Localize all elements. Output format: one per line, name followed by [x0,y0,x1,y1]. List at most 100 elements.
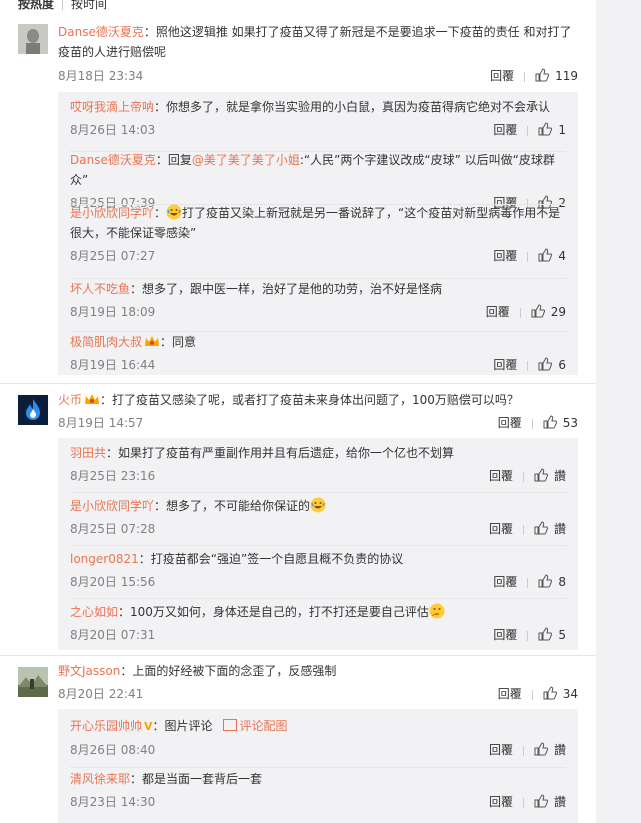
reply-meta: 8月20日 15:56 回覆 8 [70,572,578,592]
thumbs-up-icon [538,248,553,262]
like-button[interactable]: 讚 [534,742,566,757]
reply-time: 8月26日 14:03 [70,123,156,137]
thumbs-up-icon [538,627,553,641]
sort-hot-tab[interactable]: 按热度 [18,0,54,11]
thread-divider [0,383,596,384]
action-divider [522,524,524,535]
like-button[interactable]: 8 [538,574,566,589]
thumbs-up-icon [535,68,550,82]
laugh-cry-emoji-icon [166,204,182,220]
comment-author[interactable]: 野文Jasson [58,664,120,678]
like-count: 5 [558,628,566,642]
reply-button[interactable]: 回覆 [486,305,510,319]
reply-item: 清风徐来耶：都是当面一套背后一套 8月23日 14:30 回覆 讚 [70,769,578,812]
reply-button[interactable]: 回覆 [493,628,517,642]
reply-body: ：打疫苗都会“强迫”签一个自愿且概不负责的协议 [138,552,404,566]
reply-author[interactable]: 是小欣欣同学吖 [70,206,154,220]
comment-body: ：上面的好经被下面的念歪了，反感强制 [120,664,337,678]
reply-actions: 回覆 讚 [489,519,566,539]
crown-icon [85,394,100,404]
like-button[interactable]: 119 [535,68,578,83]
crown-icon [145,336,160,346]
reply-author[interactable]: 极简肌肉大叔 [70,335,142,349]
like-button[interactable]: 29 [531,304,566,319]
like-count: 讚 [553,469,566,483]
comment-image-link[interactable]: 评论配图 [222,719,288,733]
reply-meta: 8月19日 16:44 回覆 6 [70,355,578,375]
action-divider [527,360,529,371]
reply-author[interactable]: 坏人不吃鱼 [70,282,130,296]
laugh-cry-emoji-icon [310,497,326,513]
reply-button[interactable]: 回覆 [489,522,513,536]
like-button[interactable]: 6 [538,357,566,372]
sort-time-tab[interactable]: 按时间 [71,0,107,11]
reply-actions: 回覆 29 [486,302,566,322]
thumbs-up-icon [543,415,557,429]
reply-actions: 回覆 讚 [489,740,566,760]
comment-text: 火币 ：打了疫苗又感染了呢，或者打了疫苗未来身体出问题了，100万赔偿可以吗？ [58,390,578,410]
reply-button[interactable]: 回覆 [489,469,513,483]
comment-time: 8月20日 22:41 [58,687,144,701]
statue-avatar-icon [18,24,48,54]
like-count: 讚 [553,522,566,536]
like-button[interactable]: 讚 [534,468,566,483]
reply-button[interactable]: 回覆 [493,358,517,372]
avatar[interactable] [18,24,48,54]
like-count: 1 [558,123,566,137]
thumbs-up-icon [534,468,548,482]
comment-actions: 回覆 119 [490,66,578,86]
reply-author[interactable]: 开心乐园帅帅 [70,719,142,733]
reply-list: 羽田共：如果打了疫苗有严重副作用并且有后遗症，给你一个亿也不划算 8月25日 2… [58,438,578,650]
reply-author[interactable]: 是小欣欣同学吖 [70,499,154,513]
reply-meta: 8月26日 08:40 回覆 讚 [70,740,578,760]
like-button[interactable]: 4 [538,248,566,263]
reply-divider [70,492,566,493]
reply-button[interactable]: 回覆 [489,743,513,757]
reply-time: 8月25日 23:16 [70,469,156,483]
reply-text: Danse德沃夏克：回复@美了美了美了小姐:“人民”两个字建议改成“皮球” 以后… [70,150,565,190]
comment-time: 8月19日 14:57 [58,416,144,430]
avatar[interactable] [18,667,48,697]
reply-actions: 回覆 6 [493,355,566,375]
reply-divider [70,598,566,599]
comment-time: 8月18日 23:34 [58,69,144,83]
reply-button[interactable]: 回覆 [493,123,517,137]
like-button[interactable]: 34 [543,686,578,701]
comment-author[interactable]: 火币 [58,393,82,407]
reply-author[interactable]: 清风徐来耶 [70,772,130,786]
reply-text: 是小欣欣同学吖： 打了疫苗又染上新冠就是另一番说辞了，“这个疫苗对新型病毒作用不是… [70,204,561,240]
like-button[interactable]: 讚 [534,794,566,809]
reply-text: 开心乐园帅帅 V：图片评论 评论配图 [70,716,565,737]
reply-divider [70,767,566,768]
reply-author[interactable]: Danse德沃夏克 [70,153,156,167]
like-button[interactable]: 讚 [534,521,566,536]
reply-button[interactable]: 回覆 [498,416,522,430]
comment-author[interactable]: Danse德沃夏克 [58,25,144,39]
reply-meta: 8月23日 14:30 回覆 讚 [70,792,578,812]
thumbs-up-icon [538,122,553,136]
reply-author[interactable]: 哎呀我滴上帝呐 [70,100,154,114]
reply-item: 之心如如：100万又如何，身体还是自己的，打不打还是要自己评估 8月20日 07… [70,602,578,645]
thumbs-up-icon [534,742,548,756]
reply-text: 坏人不吃鱼：想多了，跟中医一样，治好了是他的功劳，治不好是怪病 [70,279,565,299]
mention-link[interactable]: @美了美了美了小姐 [192,153,300,167]
landscape-avatar-icon [18,667,48,697]
reply-button[interactable]: 回覆 [498,687,522,701]
reply-button[interactable]: 回覆 [490,69,514,83]
reply-author[interactable]: 之心如如 [70,605,118,619]
reply-button[interactable]: 回覆 [489,795,513,809]
reply-button[interactable]: 回覆 [493,575,517,589]
reply-item: 是小欣欣同学吖： 打了疫苗又染上新冠就是另一番说辞了，“这个疫苗对新型病毒作用不是… [70,203,578,266]
thumbs-up-icon [543,686,557,700]
reply-author[interactable]: longer0821 [70,552,139,566]
thumbs-up-icon [538,574,553,588]
like-button[interactable]: 5 [538,627,566,642]
page-background [596,0,641,823]
like-button[interactable]: 1 [538,122,566,137]
like-button[interactable]: 53 [543,415,578,430]
reply-author[interactable]: 羽田共 [70,446,106,460]
reply-button[interactable]: 回覆 [493,249,517,263]
reply-body: ：都是当面一套背后一套 [130,772,263,786]
avatar[interactable] [18,395,48,425]
like-count: 34 [562,687,578,701]
